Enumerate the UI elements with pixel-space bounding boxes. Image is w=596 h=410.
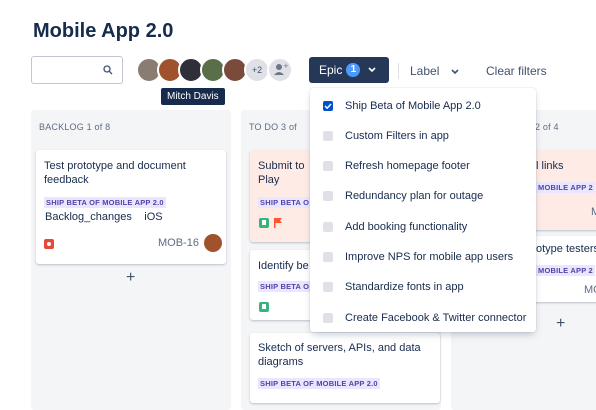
card-title: Sketch of servers, APIs, and data diagra… <box>258 342 421 368</box>
menu-item-epic[interactable]: Improve NPS for mobile app users <box>310 242 536 272</box>
search-input[interactable] <box>31 56 123 84</box>
menu-item-epic[interactable]: Standardize fonts in app <box>310 272 536 302</box>
epic-tag: SHIP BETA O <box>258 197 312 208</box>
clear-filters-button[interactable]: Clear filters <box>486 64 547 78</box>
card-title: l links <box>536 160 564 172</box>
menu-item-epic[interactable]: Redundancy plan for outage <box>310 181 536 211</box>
checkbox[interactable] <box>323 252 333 262</box>
checkbox[interactable] <box>323 222 333 232</box>
label-filter-button[interactable]: Label <box>410 64 459 78</box>
menu-item-epic[interactable]: Create Facebook & Twitter connector <box>310 303 536 333</box>
label-tag: Backlog_changes <box>45 211 132 223</box>
epic-tag: SHIP BETA OF MOBILE APP 2.0 <box>258 378 380 389</box>
search-icon <box>103 65 113 75</box>
avatar[interactable] <box>204 234 222 252</box>
epic-tag: MOBILE APP 2 <box>536 265 595 276</box>
checkbox[interactable] <box>323 313 333 323</box>
label-tag: iOS <box>144 211 163 223</box>
menu-item-label: Improve NPS for mobile app users <box>345 251 514 263</box>
menu-item-epic[interactable]: Add booking functionality <box>310 212 536 242</box>
issue-key[interactable]: MOB-16 <box>158 237 199 249</box>
menu-item-label: Create Facebook & Twitter connector <box>345 312 527 324</box>
menu-item-epic[interactable]: Ship Beta of Mobile App 2.0 <box>310 91 536 121</box>
checkbox[interactable] <box>323 282 333 292</box>
story-icon <box>259 302 269 312</box>
checkbox-checked[interactable] <box>323 101 333 111</box>
checkbox[interactable] <box>323 131 333 141</box>
add-person-icon: + <box>274 62 289 75</box>
card-title: otype testers <box>536 243 596 255</box>
menu-item-label: Ship Beta of Mobile App 2.0 <box>345 100 481 112</box>
add-card-button[interactable]: + <box>126 269 135 287</box>
card-title: Test prototype and document feedback <box>44 160 186 186</box>
svg-text:+: + <box>283 62 289 70</box>
menu-item-label: Add booking functionality <box>345 221 468 233</box>
epic-tag: SHIP BETA O <box>258 281 312 292</box>
menu-item-label: Redundancy plan for outage <box>345 190 484 202</box>
add-person-button[interactable]: + <box>267 57 293 83</box>
flag-icon <box>274 218 282 228</box>
menu-item-label: Refresh homepage footer <box>345 160 470 172</box>
checkbox[interactable] <box>323 161 333 171</box>
epic-dropdown-menu: Ship Beta of Mobile App 2.0 Custom Filte… <box>310 88 536 332</box>
menu-item-label: Custom Filters in app <box>345 130 449 142</box>
story-icon <box>259 218 269 228</box>
epic-filter-label: Epic <box>319 63 343 77</box>
page-title: Mobile App 2.0 <box>33 20 174 42</box>
chevron-down-icon <box>368 67 376 73</box>
column-header: TO DO 3 of <box>249 122 297 132</box>
menu-item-epic[interactable]: Custom Filters in app <box>310 121 536 151</box>
menu-item-epic[interactable]: Refresh homepage footer <box>310 151 536 181</box>
menu-item-label: Standardize fonts in app <box>345 281 464 293</box>
add-card-button[interactable]: + <box>556 315 565 333</box>
chevron-down-icon <box>451 69 459 75</box>
checkmark-icon <box>324 103 332 110</box>
card-title: Identify be <box>258 260 309 272</box>
issue-card[interactable]: Sketch of servers, APIs, and data diagra… <box>250 333 440 403</box>
card-title: Submit to Play <box>258 160 305 186</box>
toolbar-divider <box>398 63 399 79</box>
label-filter-label: Label <box>410 64 440 78</box>
issue-key[interactable]: M <box>591 206 596 218</box>
issue-key[interactable]: MO <box>584 284 596 296</box>
column-header: 2 of 4 <box>535 122 559 132</box>
epic-filter-button[interactable]: Epic 1 <box>309 57 389 83</box>
epic-tag: MOBILE APP 2 <box>536 182 595 193</box>
epic-count-badge: 1 <box>346 63 361 77</box>
checkbox[interactable] <box>323 191 333 201</box>
bug-icon <box>44 239 54 249</box>
issue-card[interactable]: Test prototype and document feedback SHI… <box>36 150 226 264</box>
column-header: BACKLOG 1 of 8 <box>39 122 111 132</box>
avatar-tooltip: Mitch Davis <box>161 88 225 105</box>
